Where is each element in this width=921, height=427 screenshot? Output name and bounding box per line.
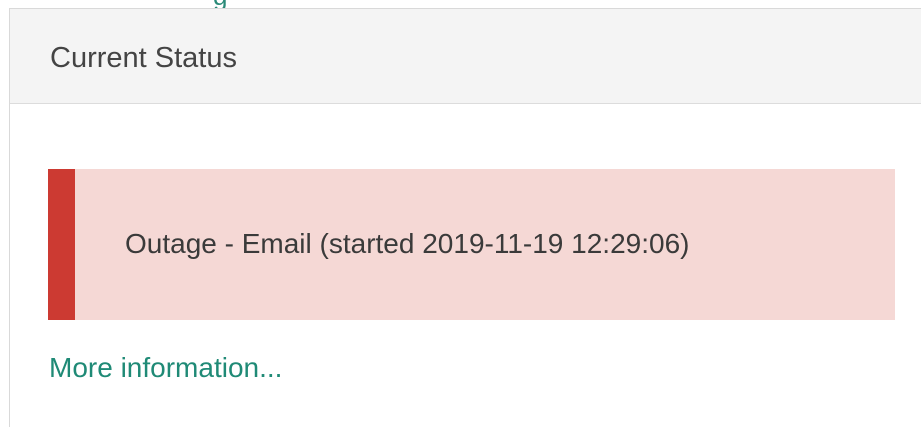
more-information-link[interactable]: More information... xyxy=(49,351,282,385)
status-page: g Current Status Outage - Email (started… xyxy=(0,0,921,427)
alert-message: Outage - Email (started 2019-11-19 12:29… xyxy=(125,228,690,259)
current-status-panel: Current Status Outage - Email (started 2… xyxy=(9,8,921,427)
panel-header: Current Status xyxy=(10,9,921,104)
outage-alert: Outage - Email (started 2019-11-19 12:29… xyxy=(48,169,895,320)
clipped-heading-fragment: g xyxy=(0,0,921,8)
alert-accent-bar xyxy=(48,169,75,320)
panel-title: Current Status xyxy=(50,42,237,74)
clipped-heading-glyph: g xyxy=(213,0,227,8)
